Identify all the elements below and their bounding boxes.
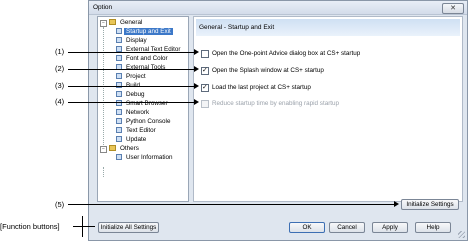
tree-item-startup-and-exit[interactable]: Startup and Exit — [116, 28, 173, 36]
leader-line-1 — [68, 52, 194, 53]
page-icon — [116, 73, 122, 80]
tree-item-label: Others — [120, 145, 139, 152]
tree-item-external-tools[interactable]: External Tools — [116, 64, 167, 72]
checkbox-load-last-project[interactable] — [201, 84, 209, 92]
tree-item-label: Project — [126, 73, 146, 80]
option-label: Open the Splash window at CS+ startup — [212, 67, 324, 74]
initialize-settings-button[interactable]: Initialize Settings — [401, 199, 459, 210]
tree-item-label: Python Console — [126, 118, 171, 125]
checkbox-one-point-advice[interactable] — [201, 50, 209, 58]
tree-item-label: Text Editor — [126, 127, 156, 134]
page-icon — [116, 127, 122, 134]
tree-item-label: Display — [126, 37, 147, 44]
window-title: Option — [93, 4, 113, 11]
arrow-icon — [194, 66, 199, 72]
page-icon — [116, 136, 122, 143]
panel-header: General - Startup and Exit — [196, 19, 460, 36]
tree-item-user-information[interactable]: User Information — [116, 154, 175, 162]
callout-4: (4) — [55, 97, 65, 106]
tree-item-update[interactable]: Update — [116, 136, 148, 144]
tree-item-display[interactable]: Display — [116, 37, 149, 45]
leader-line-2 — [68, 69, 194, 70]
help-button[interactable]: Help — [415, 222, 451, 233]
callout-5: (5) — [55, 200, 65, 209]
tree-item-general[interactable]: − General — [100, 19, 144, 27]
tree-item-label: Font and Color — [126, 55, 168, 62]
callout-1: (1) — [55, 47, 65, 56]
tree-item-project[interactable]: Project — [116, 73, 148, 81]
callout-3: (3) — [55, 81, 65, 90]
tree-item-others[interactable]: − Others — [100, 145, 141, 153]
leader-line-3 — [68, 86, 194, 87]
close-icon[interactable]: ✕ — [442, 3, 464, 14]
option-label: Load the last project at CS+ startup — [212, 84, 311, 91]
tree-item-label: Startup and Exit — [124, 28, 173, 35]
resize-grip-icon[interactable] — [458, 231, 465, 238]
folder-icon — [109, 145, 116, 152]
leader-line-function-buttons — [73, 226, 95, 227]
page-icon — [116, 28, 122, 35]
tree-item-label: Debug — [126, 91, 145, 98]
page-icon — [116, 154, 122, 161]
ok-button[interactable]: OK — [289, 222, 325, 233]
callout-2: (2) — [55, 64, 65, 73]
page-icon — [116, 109, 122, 116]
tree-item-label: Update — [126, 136, 147, 143]
tree-item-network[interactable]: Network — [116, 109, 151, 117]
collapse-icon[interactable]: − — [100, 146, 107, 153]
tree-item-label: General — [120, 19, 143, 26]
arrow-icon — [194, 49, 199, 55]
page-icon — [116, 118, 122, 125]
title-bar[interactable]: Option ✕ — [89, 1, 467, 15]
tree-item-font-and-color[interactable]: Font and Color — [116, 55, 170, 63]
checkbox-rapid-startup — [201, 100, 209, 108]
callout-function-buttons: [Function buttons] — [0, 222, 60, 231]
tree-item-label: User Information — [126, 154, 173, 161]
checkbox-splash-window[interactable] — [201, 67, 209, 75]
leader-line-4 — [68, 102, 194, 103]
bracket-line — [82, 216, 83, 237]
collapse-icon[interactable]: − — [100, 20, 107, 27]
folder-icon — [109, 19, 116, 26]
page-icon — [116, 37, 122, 44]
arrow-icon — [194, 83, 199, 89]
page-icon — [116, 55, 122, 62]
apply-button[interactable]: Apply — [372, 222, 408, 233]
option-label: Reduce startup time by enabling rapid st… — [212, 100, 340, 107]
settings-panel: General - Startup and Exit — [193, 16, 463, 202]
initialize-all-settings-button[interactable]: Initialize All Settings — [98, 222, 159, 233]
tree-guide-line — [103, 167, 104, 177]
cancel-button[interactable]: Cancel — [329, 222, 365, 233]
tree-item-debug[interactable]: Debug — [116, 91, 147, 99]
tree-item-label: Network — [126, 109, 150, 116]
category-tree: − General Startup and Exit Display Exter… — [97, 16, 189, 202]
option-label: Open the One-point Advice dialog box at … — [212, 50, 361, 57]
panel-title: General - Startup and Exit — [199, 24, 275, 31]
tree-item-python-console[interactable]: Python Console — [116, 118, 172, 126]
page-icon — [116, 91, 122, 98]
arrow-icon — [394, 201, 399, 207]
tree-item-text-editor[interactable]: Text Editor — [116, 127, 158, 135]
arrow-icon — [194, 99, 199, 105]
leader-line-5 — [68, 204, 394, 205]
